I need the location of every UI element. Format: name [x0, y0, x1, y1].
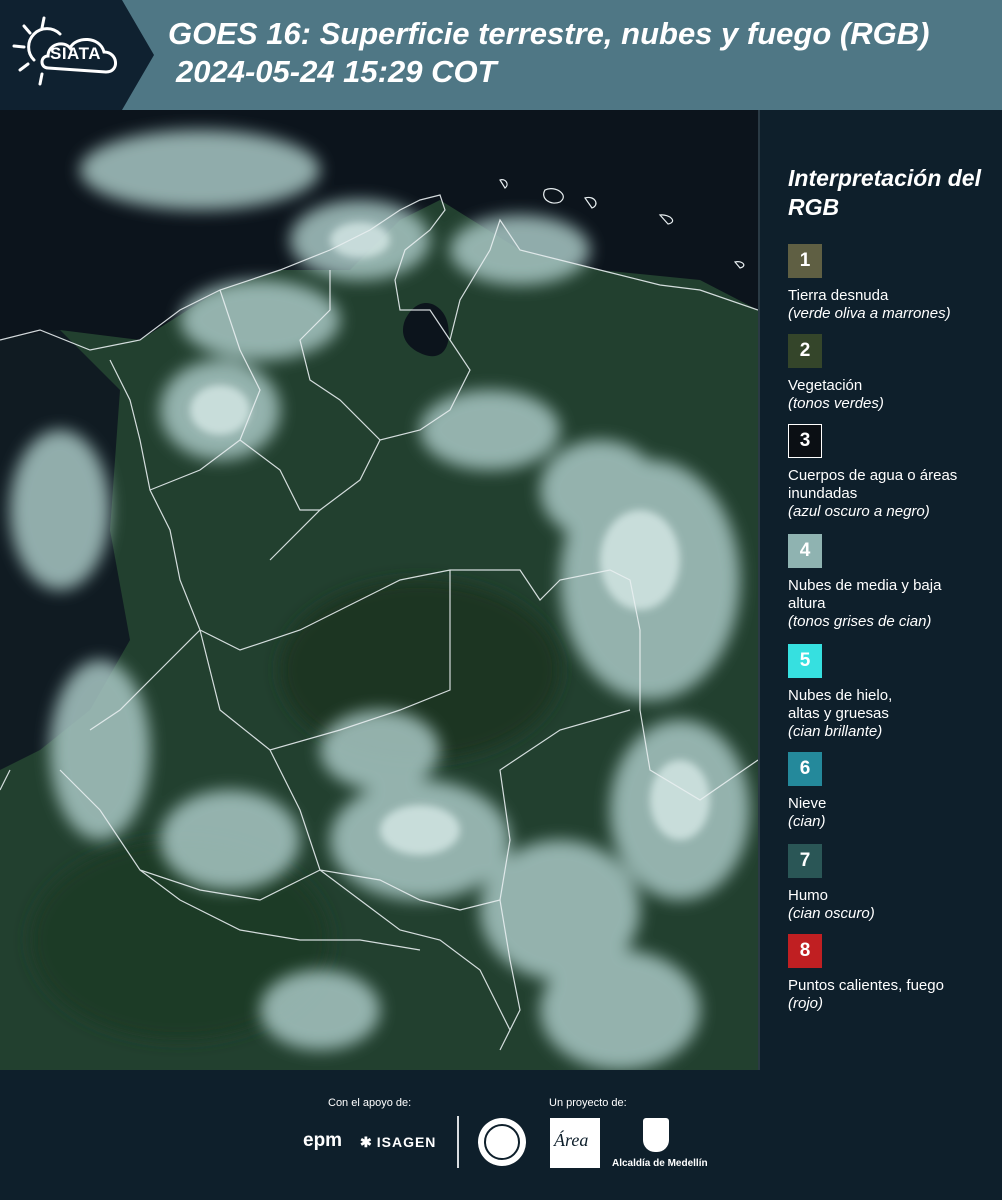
legend-item-hint: (azul oscuro a negro): [788, 503, 930, 520]
legend-swatch: 4: [788, 534, 822, 568]
area-metropolitana-logo: Área: [550, 1118, 600, 1168]
legend-item-hint: (verde oliva a marrones): [788, 305, 951, 322]
support-label: Con el apoyo de:: [328, 1097, 412, 1109]
footer-divider: [457, 1116, 459, 1168]
legend-item-water: 3 Cuerpos de agua o áreas inundadas (azu…: [788, 424, 998, 521]
legend-swatch: 1: [788, 244, 822, 278]
alcaldia-label: Alcaldía de Medellín: [612, 1158, 708, 1169]
legend-swatch: 8: [788, 934, 822, 968]
legend-item-snow: 6 Nieve (cian): [788, 752, 998, 831]
legend-item-smoke: 7 Humo (cian oscuro): [788, 844, 998, 923]
legend-item-label: Vegetación: [788, 377, 863, 394]
siata-logo: SIATA: [0, 0, 160, 110]
legend-item-mid-low-clouds: 4 Nubes de media y baja altura (tonos gr…: [788, 534, 998, 631]
legend-item-bare-soil: 1 Tierra desnuda (verde oliva a marrones…: [788, 244, 998, 323]
legend-item-label: Cuerpos de agua o áreas inundadas: [788, 467, 958, 502]
epm-logo: epm: [303, 1130, 343, 1151]
legend-swatch: 2: [788, 334, 822, 368]
legend-item-hint: (tonos grises de cian): [788, 613, 932, 630]
legend-item-label: Tierra desnuda: [788, 287, 889, 304]
legend-item-label: Nubes de media y baja altura: [788, 577, 942, 612]
legend-swatch: 6: [788, 752, 822, 786]
satellite-rgb-image: [0, 110, 758, 1070]
medellin-seal-icon: [478, 1118, 526, 1166]
header: SIATA GOES 16: Superficie terrestre, nub…: [0, 0, 1002, 110]
legend-item-hint: (cian): [788, 813, 826, 830]
legend-item-vegetation: 2 Vegetación (tonos verdes): [788, 334, 998, 413]
satellite-map: [0, 110, 760, 1070]
image-datetime: 2024-05-24 15:29 COT: [176, 54, 497, 89]
legend-item-hint: (tonos verdes): [788, 395, 884, 412]
legend-swatch: 5: [788, 644, 822, 678]
page-title: GOES 16: Superficie terrestre, nubes y f…: [168, 16, 930, 51]
alcaldia-shield-icon: [643, 1118, 669, 1152]
footer: Con el apoyo de: Un proyecto de: epm ✱ IS…: [0, 1070, 1002, 1200]
logo-text: SIATA: [50, 44, 101, 63]
legend-item-label: Puntos calientes, fuego: [788, 977, 944, 994]
rgb-legend: Interpretación del RGB 1 Tierra desnuda …: [760, 110, 1002, 1070]
legend-item-label: Nieve: [788, 795, 827, 812]
isagen-star-icon: ✱: [360, 1134, 373, 1150]
legend-item-fire: 8 Puntos calientes, fuego (rojo): [788, 934, 998, 1013]
legend-title: Interpretación del RGB: [788, 165, 981, 220]
legend-item-label: Humo: [788, 887, 829, 904]
legend-item-hint: (rojo): [788, 995, 824, 1012]
legend-item-hint: (cian brillante): [788, 723, 883, 740]
legend-item-ice-clouds: 5 Nubes de hielo, altas y gruesas (cian …: [788, 644, 998, 741]
legend-item-hint: (cian oscuro): [788, 905, 875, 922]
legend-swatch: 7: [788, 844, 822, 878]
legend-swatch: 3: [788, 424, 822, 458]
isagen-logo: ✱ ISAGEN: [360, 1134, 437, 1150]
project-label: Un proyecto de:: [549, 1097, 627, 1109]
legend-item-label: Nubes de hielo, altas y gruesas: [788, 687, 893, 722]
